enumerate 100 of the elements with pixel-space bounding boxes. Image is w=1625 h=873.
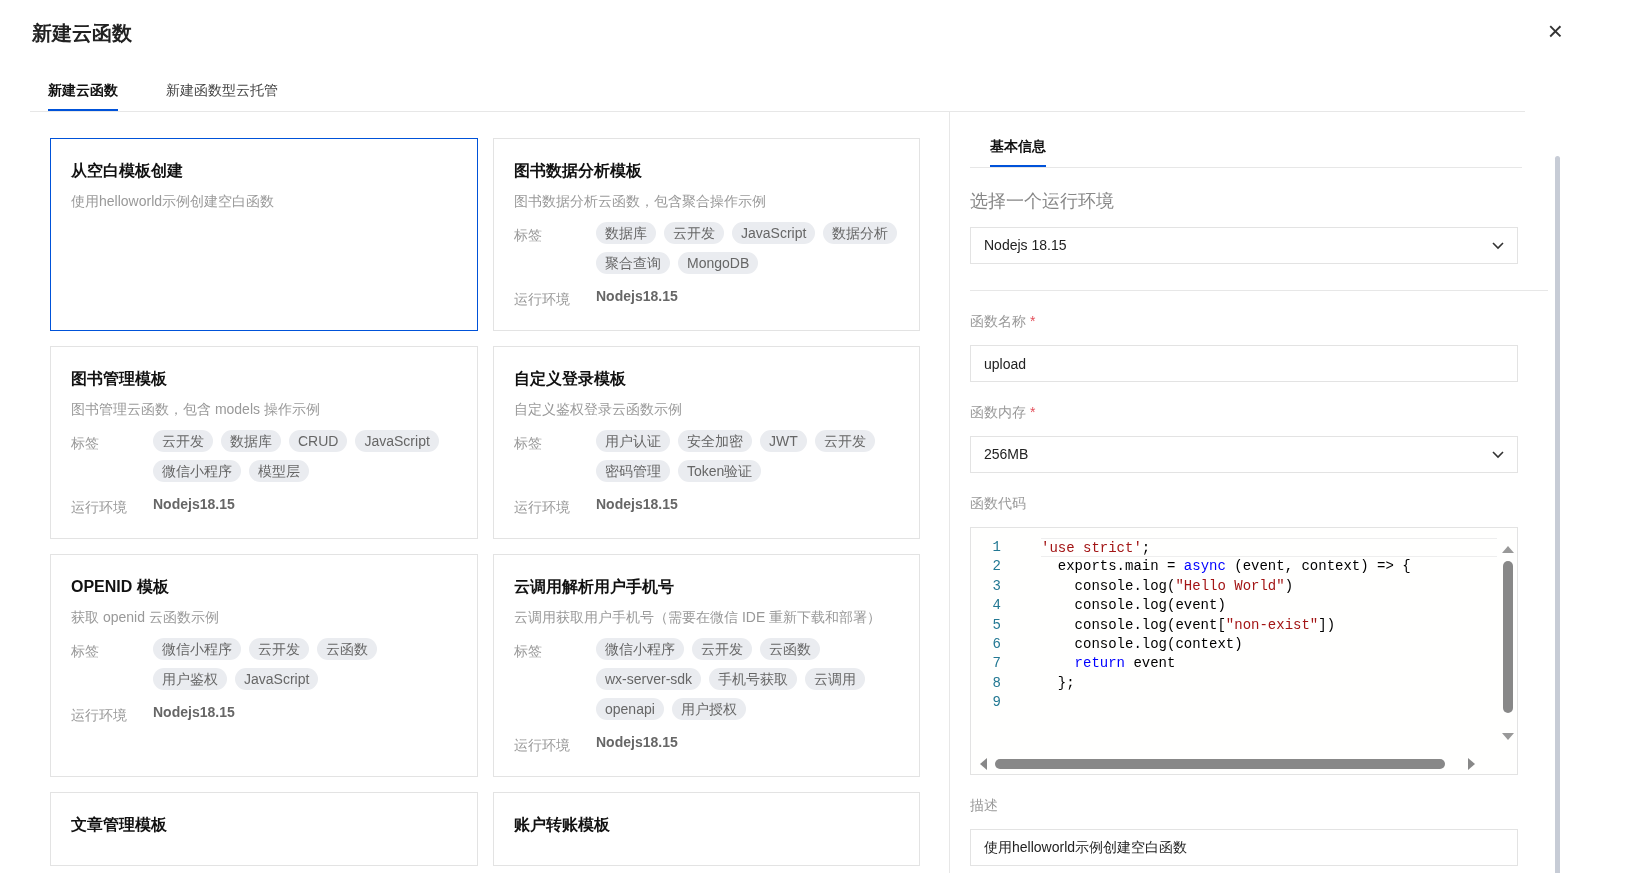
template-card[interactable]: 文章管理模板 (50, 792, 478, 866)
card-title: 图书管理模板 (71, 369, 168, 389)
tag: 微信小程序 (153, 638, 241, 660)
code-line: }; (1056, 673, 1076, 693)
card-title: OPENID 模板 (71, 577, 170, 597)
runtime-label: 运行环境 (514, 498, 571, 517)
tab[interactable]: 新建云函数 (48, 80, 118, 111)
code-line: console.log(context) (1074, 634, 1244, 654)
tag: 手机号获取 (709, 668, 798, 690)
scrollbar-thumb[interactable] (995, 759, 1445, 769)
card-title: 图书数据分析模板 (514, 161, 643, 181)
tag: 云开发 (814, 430, 875, 452)
tags-label: 标签 (514, 642, 543, 661)
select-field[interactable]: 256MB (970, 436, 1518, 473)
card-title: 账户转账模板 (514, 815, 611, 835)
runtime-value: Nodejs18.15 (153, 495, 235, 514)
tag: 数据分析 (823, 222, 898, 244)
tag: 安全加密 (678, 430, 752, 452)
scroll-up-icon[interactable] (1502, 545, 1514, 553)
tag: JWT (760, 430, 807, 452)
code-editor[interactable]: 1 2 3 4 5 6 7 8 9 'use strict'; exports.main = async (event, context) => { console.log("Hello World") console.log(event) console.log(event["non-exist"]) console.log(context) return event }; (970, 527, 1518, 775)
select-field[interactable]: Nodejs 18.15 (970, 227, 1518, 264)
template-card[interactable]: 从空白模板创建 使用helloworld示例创建空白函数 (50, 138, 478, 331)
tag: 云开发 (153, 430, 213, 452)
card-title: 从空白模板创建 (71, 161, 184, 181)
code-line: console.log("Hello World") (1074, 576, 1295, 596)
tag: 云开发 (692, 638, 752, 660)
field-label: 函数内存 (970, 404, 1026, 420)
scroll-right-icon[interactable] (1468, 758, 1476, 770)
tag: 数据库 (596, 222, 656, 244)
line-number: 5 (991, 615, 1001, 635)
line-number: 3 (991, 576, 1001, 596)
code-line: 'use strict'; (1041, 538, 1497, 558)
field-label: 函数代码 (970, 495, 1026, 511)
field-label: 函数名称 (970, 313, 1026, 329)
card-description: 使用helloworld示例创建空白函数 (71, 192, 276, 211)
runtime-label: 运行环境 (71, 706, 128, 725)
card-description: 自定义鉴权登录云函数示例 (514, 400, 683, 419)
code-line: exports.main = async (event, context) => { (1056, 557, 1412, 577)
chevron-down-icon (1492, 450, 1504, 459)
scrollbar[interactable] (1555, 156, 1560, 873)
runtime-label: 运行环境 (514, 290, 571, 309)
tag: Token验证 (678, 460, 762, 482)
code-line: console.log(event) (1074, 596, 1227, 616)
runtime-value: Nodejs18.15 (153, 703, 235, 722)
template-card[interactable]: 账户转账模板 (493, 792, 920, 866)
tag: 云调用 (805, 668, 866, 690)
required-mark: * (1030, 313, 1036, 329)
scroll-down-icon[interactable] (1502, 733, 1514, 741)
line-number: 1 (991, 538, 1001, 557)
code-line: console.log(event["non-exist"]) (1074, 615, 1337, 635)
template-card[interactable]: 图书数据分析模板 图书数据分析云函数，包含聚合操作示例 标签 数据库 云开发 JavaScript 数据分析 聚合查询 MongoDB 运行环境 Nodejs18.15 (493, 138, 920, 331)
card-description: 图书数据分析云函数，包含聚合操作示例 (514, 192, 767, 211)
template-card[interactable]: 图书管理模板 图书管理云函数，包含 models 操作示例 标签 云开发 数据库 CRUD JavaScript 微信小程序 模型层 运行环境 Nodejs18.15 (50, 346, 478, 539)
tag: 用户认证 (596, 430, 670, 452)
tag: 云函数 (317, 638, 377, 660)
card-title: 文章管理模板 (71, 815, 168, 835)
tag: 密码管理 (596, 460, 670, 482)
runtime-label: 运行环境 (514, 736, 571, 755)
tag: 用户授权 (671, 698, 746, 720)
tag: 云开发 (249, 638, 309, 660)
tags-label: 标签 (71, 642, 100, 661)
dialog-title: 新建云函数 (32, 21, 132, 46)
tag: 数据库 (221, 430, 281, 452)
input-field[interactable]: upload (970, 345, 1518, 382)
tab[interactable]: 新建函数型云托管 (166, 80, 278, 111)
tag: 云函数 (760, 638, 820, 660)
card-description: 图书管理云函数，包含 models 操作示例 (71, 400, 321, 419)
line-number: 7 (991, 654, 1001, 674)
scroll-left-icon[interactable] (979, 758, 987, 770)
tag: MongoDB (678, 252, 759, 274)
field-label: 描述 (970, 797, 998, 813)
tag: CRUD (289, 430, 348, 452)
line-number: 2 (991, 557, 1001, 577)
line-number: 8 (991, 673, 1001, 693)
tags-label: 标签 (71, 434, 100, 453)
scrollbar-thumb[interactable] (1503, 561, 1513, 713)
template-card[interactable]: 自定义登录模板 自定义鉴权登录云函数示例 标签 用户认证 安全加密 JWT 云开发 密码管理 Token验证 运行环境 Nodejs18.15 (493, 346, 920, 539)
tag: JavaScript (355, 430, 439, 452)
runtime-value: Nodejs18.15 (596, 733, 678, 752)
chevron-down-icon (1492, 241, 1504, 250)
tag: 微信小程序 (153, 460, 241, 482)
line-number: 9 (991, 693, 1001, 713)
close-button[interactable]: × (1543, 18, 1567, 44)
card-title: 云调用解析用户手机号 (514, 577, 675, 597)
section-heading: 选择一个运行环境 (970, 190, 1115, 213)
input-field[interactable]: 使用helloworld示例创建空白函数 (970, 829, 1518, 866)
card-description: 获取 openid 云函数示例 (71, 608, 220, 627)
tag: wx-server-sdk (596, 668, 702, 690)
tag: 微信小程序 (596, 638, 684, 660)
tags-label: 标签 (514, 434, 543, 453)
tag: 模型层 (249, 460, 309, 482)
runtime-value: Nodejs18.15 (596, 287, 678, 306)
line-number: 4 (991, 596, 1001, 616)
tag: openapi (596, 698, 664, 720)
template-card[interactable]: 云调用解析用户手机号 云调用获取用户手机号（需要在微信 IDE 重新下载和部署） 标签 微信小程序 云开发 云函数 wx-server-sdk 手机号获取 云调用 openapi 用户授权 运行环境 Nodejs18.15 (493, 554, 920, 777)
template-card[interactable]: OPENID 模板 获取 openid 云函数示例 标签 微信小程序 云开发 云函数 用户鉴权 JavaScript 运行环境 Nodejs18.15 (50, 554, 478, 777)
card-title: 自定义登录模板 (514, 369, 627, 389)
tab[interactable]: 基本信息 (990, 136, 1046, 167)
runtime-label: 运行环境 (71, 498, 128, 517)
